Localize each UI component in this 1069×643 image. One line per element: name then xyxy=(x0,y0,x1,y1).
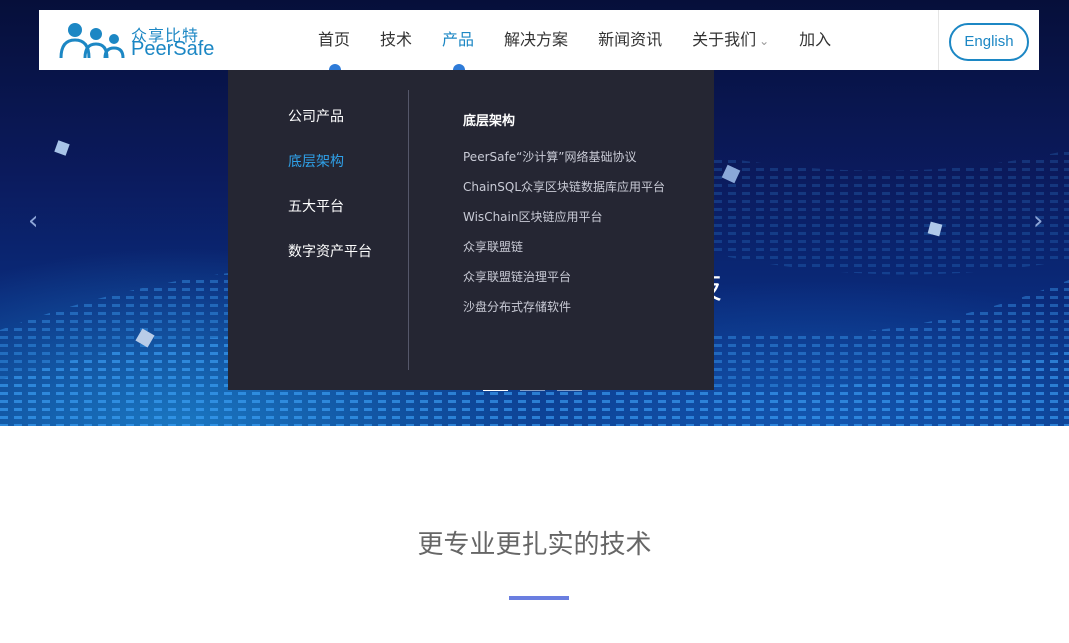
site-header: 众享比特 PeerSafe 首页 技术 产品 解决方案 新闻资讯 关于我们 ⌄ 加… xyxy=(39,10,1039,81)
dropdown-categories: 公司产品 底层架构 五大平台 数字资产平台 xyxy=(288,106,372,286)
nav-item-news[interactable]: 新闻资讯 xyxy=(583,10,677,70)
dropdown-category-digital-assets[interactable]: 数字资产平台 xyxy=(288,241,372,286)
products-dropdown: 公司产品 底层架构 五大平台 数字资产平台 底层架构 PeerSafe“沙计算”… xyxy=(228,70,714,390)
dropdown-category-company-products[interactable]: 公司产品 xyxy=(288,106,372,151)
nav-item-technology[interactable]: 技术 xyxy=(365,10,427,70)
header-divider xyxy=(938,10,939,70)
dropdown-link[interactable]: PeerSafe“沙计算”网络基础协议 xyxy=(463,148,665,178)
next-slide-icon[interactable]: › xyxy=(1033,208,1043,234)
english-language-button[interactable]: English xyxy=(949,23,1029,61)
nav-label: 关于我们 xyxy=(692,30,757,49)
logo[interactable]: 众享比特 PeerSafe xyxy=(59,20,229,62)
nav-item-solutions[interactable]: 解决方案 xyxy=(489,10,583,70)
dropdown-divider xyxy=(408,90,409,370)
chevron-down-icon: ⌄ xyxy=(759,34,770,48)
floating-cube xyxy=(54,140,70,156)
nav-label: 新闻资讯 xyxy=(598,30,663,49)
prev-slide-icon[interactable]: ‹ xyxy=(28,208,38,234)
dropdown-link[interactable]: 众享联盟链 xyxy=(463,238,665,268)
nav-label: 首页 xyxy=(318,30,351,49)
nav-item-join[interactable]: 加入 xyxy=(784,10,846,70)
dropdown-link[interactable]: WisChain区块链应用平台 xyxy=(463,208,665,238)
dropdown-category-infrastructure[interactable]: 底层架构 xyxy=(288,151,372,196)
nav-label: 解决方案 xyxy=(504,30,569,49)
dropdown-link-list: PeerSafe“沙计算”网络基础协议 ChainSQL众享区块链数据库应用平台… xyxy=(463,148,665,328)
nav-item-about[interactable]: 关于我们 ⌄ xyxy=(677,10,784,70)
dropdown-link[interactable]: 众享联盟链治理平台 xyxy=(463,268,665,298)
section-title: 更专业更扎实的技术 xyxy=(417,530,652,560)
nav-label: 加入 xyxy=(799,30,832,49)
nav-label: 产品 xyxy=(442,30,475,49)
logo-english-name: PeerSafe xyxy=(131,38,215,60)
logo-people-icon xyxy=(59,23,125,59)
page: ‹ › 技 众享比特 PeerSafe 首页 技术 产品 解决 xyxy=(0,0,1069,643)
main-nav: 首页 技术 产品 解决方案 新闻资讯 关于我们 ⌄ 加入 xyxy=(303,10,846,70)
dropdown-link[interactable]: ChainSQL众享区块链数据库应用平台 xyxy=(463,178,665,208)
nav-label: 技术 xyxy=(380,30,413,49)
dropdown-category-five-platforms[interactable]: 五大平台 xyxy=(288,196,372,241)
section-title-underline xyxy=(509,596,569,600)
dropdown-link[interactable]: 沙盘分布式存储软件 xyxy=(463,298,665,328)
dropdown-panel-title: 底层架构 xyxy=(463,114,516,129)
